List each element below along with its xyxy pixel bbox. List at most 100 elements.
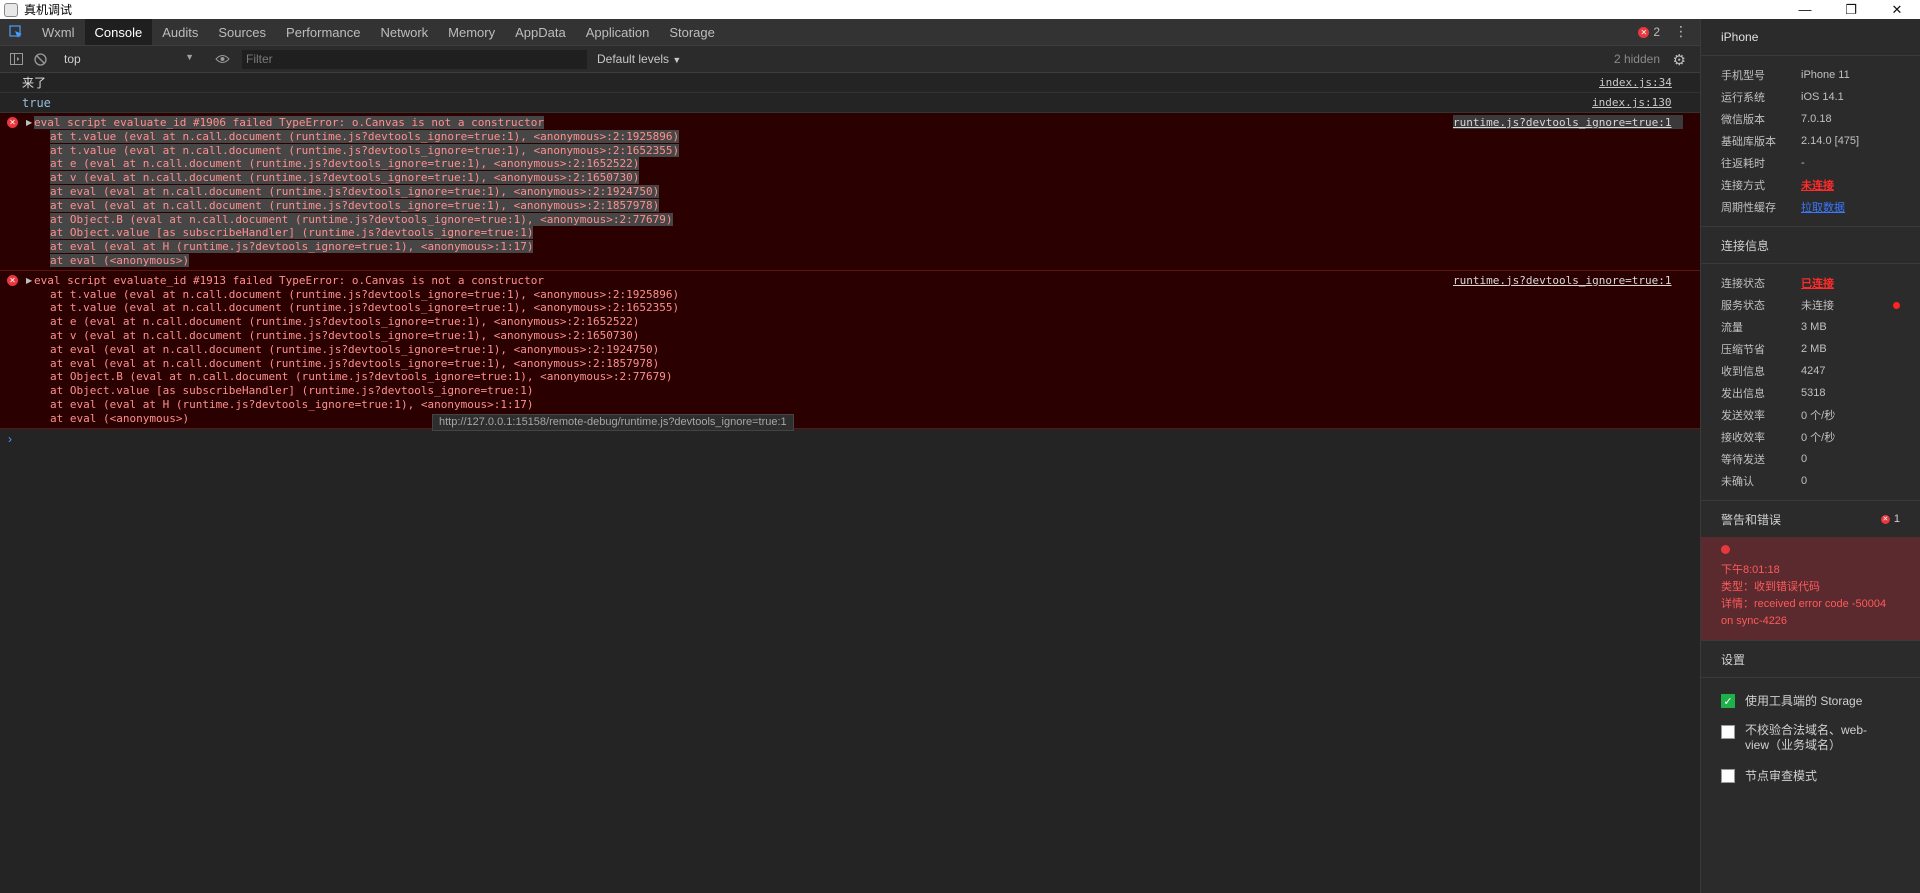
live-expression-eye-icon[interactable] — [214, 51, 230, 67]
error-count-badge[interactable]: ✕ 2 — [1638, 25, 1660, 39]
error-source-link[interactable]: runtime.js?devtools_ignore=true:1 — [1453, 116, 1672, 129]
stack-frame: at eval (eval at H (runtime.js?devtools_… — [50, 240, 534, 254]
inspect-element-button[interactable] — [0, 19, 32, 45]
chevron-down-icon: ▼ — [185, 52, 194, 62]
stack-frame: at v (eval at n.call.document (runtime.j… — [50, 328, 640, 342]
clear-console-icon[interactable] — [32, 51, 48, 67]
info-value: iOS 14.1 — [1801, 91, 1844, 103]
log-message: true — [22, 95, 51, 110]
info-value: 2 MB — [1801, 343, 1827, 355]
minimize-button[interactable]: — — [1782, 0, 1828, 19]
info-value: 0 个/秒 — [1801, 432, 1836, 444]
info-key: 收到信息 — [1721, 366, 1765, 378]
setting-label: 不校验合法域名、web-view（业务域名） — [1745, 723, 1868, 752]
tab-memory[interactable]: Memory — [438, 19, 505, 45]
info-value: 3 MB — [1801, 321, 1827, 333]
error-message: eval script evaluate_id #1913 failed Typ… — [34, 273, 544, 287]
info-key: 接收效率 — [1721, 432, 1765, 444]
setting-skip-domain-check[interactable]: 不校验合法域名、web-view（业务域名） — [1701, 723, 1920, 753]
info-row: 微信版本 7.0.18 — [1701, 108, 1920, 130]
stack-frame: at e (eval at n.call.document (runtime.j… — [50, 157, 640, 171]
stack-frame: at t.value (eval at n.call.document (run… — [50, 143, 680, 157]
error-entry[interactable]: ✕ ▶ runtime.js?devtools_ignore=true:1 ev… — [0, 270, 1700, 431]
info-row: 流量 3 MB — [1701, 316, 1920, 338]
log-source-link[interactable]: index.js:130 — [1592, 96, 1671, 109]
tab-sources[interactable]: Sources — [208, 19, 276, 45]
error-count: 2 — [1653, 25, 1660, 39]
more-options-icon[interactable]: ⋮ — [1674, 23, 1688, 40]
warning-type: 类型：收到错误代码 — [1721, 581, 1820, 593]
info-value: 已连接 — [1801, 278, 1834, 290]
remote-debug-sidebar: iPhone 手机型号 iPhone 11 运行系统 iOS 14.1 微信版本 7.0.… — [1700, 19, 1920, 893]
stack-frame: at v (eval at n.call.document (runtime.j… — [50, 171, 640, 185]
context-selector[interactable]: top ▼ — [64, 52, 194, 66]
tab-performance[interactable]: Performance — [276, 19, 370, 45]
warnings-header: 警告和错误 ✕ 1 — [1701, 501, 1920, 537]
info-key: 压缩节省 — [1721, 344, 1765, 356]
log-row: true index.js:130 — [0, 93, 1700, 113]
app-icon — [4, 2, 18, 17]
info-row: 连接状态 已连接 — [1701, 272, 1920, 294]
tab-wxml[interactable]: Wxml — [32, 19, 85, 45]
info-key: 未确认 — [1721, 476, 1754, 488]
info-value[interactable]: 拉取数据 — [1801, 199, 1845, 215]
maximize-button[interactable]: ❐ — [1828, 0, 1874, 19]
stack-frame: at eval (eval at n.call.document (runtim… — [50, 342, 660, 356]
info-value: 未连接 — [1801, 300, 1834, 312]
checkbox[interactable] — [1721, 725, 1735, 739]
info-key: 基础库版本 — [1721, 136, 1776, 148]
setting-use-tool-storage[interactable]: ✓ 使用工具端的 Storage — [1701, 692, 1920, 709]
stack-frame: at t.value (eval at n.call.document (run… — [50, 301, 680, 315]
devtools-tabbar: Wxml Console Audits Sources Performance … — [0, 19, 1700, 46]
close-button[interactable]: ✕ — [1874, 0, 1920, 19]
info-key: 手机型号 — [1721, 70, 1765, 82]
setting-node-inspect[interactable]: 节点审查模式 — [1701, 767, 1920, 784]
tab-storage[interactable]: Storage — [659, 19, 725, 45]
info-value: 0 — [1801, 475, 1808, 487]
hidden-count: 2 hidden — [1613, 52, 1660, 66]
console-prompt[interactable]: › — [0, 429, 1700, 449]
tab-appdata[interactable]: AppData — [505, 19, 576, 45]
device-info-list: 手机型号 iPhone 11 运行系统 iOS 14.1 微信版本 7.0.18 基础库版本… — [1701, 56, 1920, 218]
stack-frame: at eval (eval at n.call.document (runtim… — [50, 198, 660, 212]
checkbox[interactable] — [1721, 769, 1735, 783]
stack-frame: at t.value (eval at n.call.document (run… — [50, 129, 680, 143]
warnings-count-badge: ✕ 1 — [1880, 513, 1900, 525]
info-value: 0 — [1801, 453, 1808, 465]
info-value: 未连接 — [1801, 180, 1834, 192]
info-key: 周期性缓存 — [1721, 202, 1776, 214]
tab-audits[interactable]: Audits — [152, 19, 208, 45]
stack-frame: at eval (eval at n.call.document (runtim… — [50, 356, 660, 370]
info-row: 运行系统 iOS 14.1 — [1701, 86, 1920, 108]
error-entry[interactable]: ✕ ▶ runtime.js?devtools_ignore=true:1 ev… — [0, 113, 1700, 271]
log-levels-label: Default levels — [597, 52, 670, 66]
gear-icon[interactable]: ⚙ — [1673, 51, 1686, 69]
info-row: 发出信息 5318 — [1701, 382, 1920, 404]
sidebar-toggle-icon[interactable] — [8, 51, 24, 67]
info-key: 流量 — [1721, 322, 1743, 334]
warning-detail: 详情：received error code -50004 on sync-42… — [1721, 598, 1887, 627]
warning-error-icon — [1721, 545, 1900, 562]
info-value: 2.14.0 [475] — [1801, 135, 1860, 147]
info-row: 发送效率 0 个/秒 — [1701, 404, 1920, 426]
tab-network[interactable]: Network — [370, 19, 438, 45]
info-row: 周期性缓存 拉取数据 — [1701, 196, 1920, 218]
checkbox-checked[interactable]: ✓ — [1721, 694, 1735, 708]
stack-frame: at e (eval at n.call.document (runtime.j… — [50, 315, 640, 329]
tab-application[interactable]: Application — [576, 19, 660, 45]
info-row: 基础库版本 2.14.0 [475] — [1701, 130, 1920, 152]
log-source-link[interactable]: index.js:34 — [1599, 76, 1672, 89]
setting-label: 节点审查模式 — [1745, 769, 1818, 783]
tab-console[interactable]: Console — [84, 19, 153, 45]
connection-info-list: 连接状态 已连接 服务状态 未连接 流量 3 MB 压缩节省 2 MB 收到信息 4247 发出信息… — [1701, 264, 1920, 492]
stack-frame: at eval (<anonymous>) — [50, 253, 190, 267]
log-message: 来了 — [22, 76, 47, 90]
info-value: 7.0.18 — [1801, 113, 1832, 125]
filter-input[interactable] — [242, 49, 587, 69]
console-toolbar: top ▼ Default levels ▼ 2 hidden ⚙ — [0, 46, 1700, 73]
log-levels-dropdown[interactable]: Default levels ▼ — [597, 52, 681, 66]
window-title: 真机调试 — [24, 3, 73, 17]
info-row: 连接方式 未连接 — [1701, 174, 1920, 196]
info-key: 发送效率 — [1721, 410, 1765, 422]
devtools-panel: Wxml Console Audits Sources Performance … — [0, 19, 1700, 893]
